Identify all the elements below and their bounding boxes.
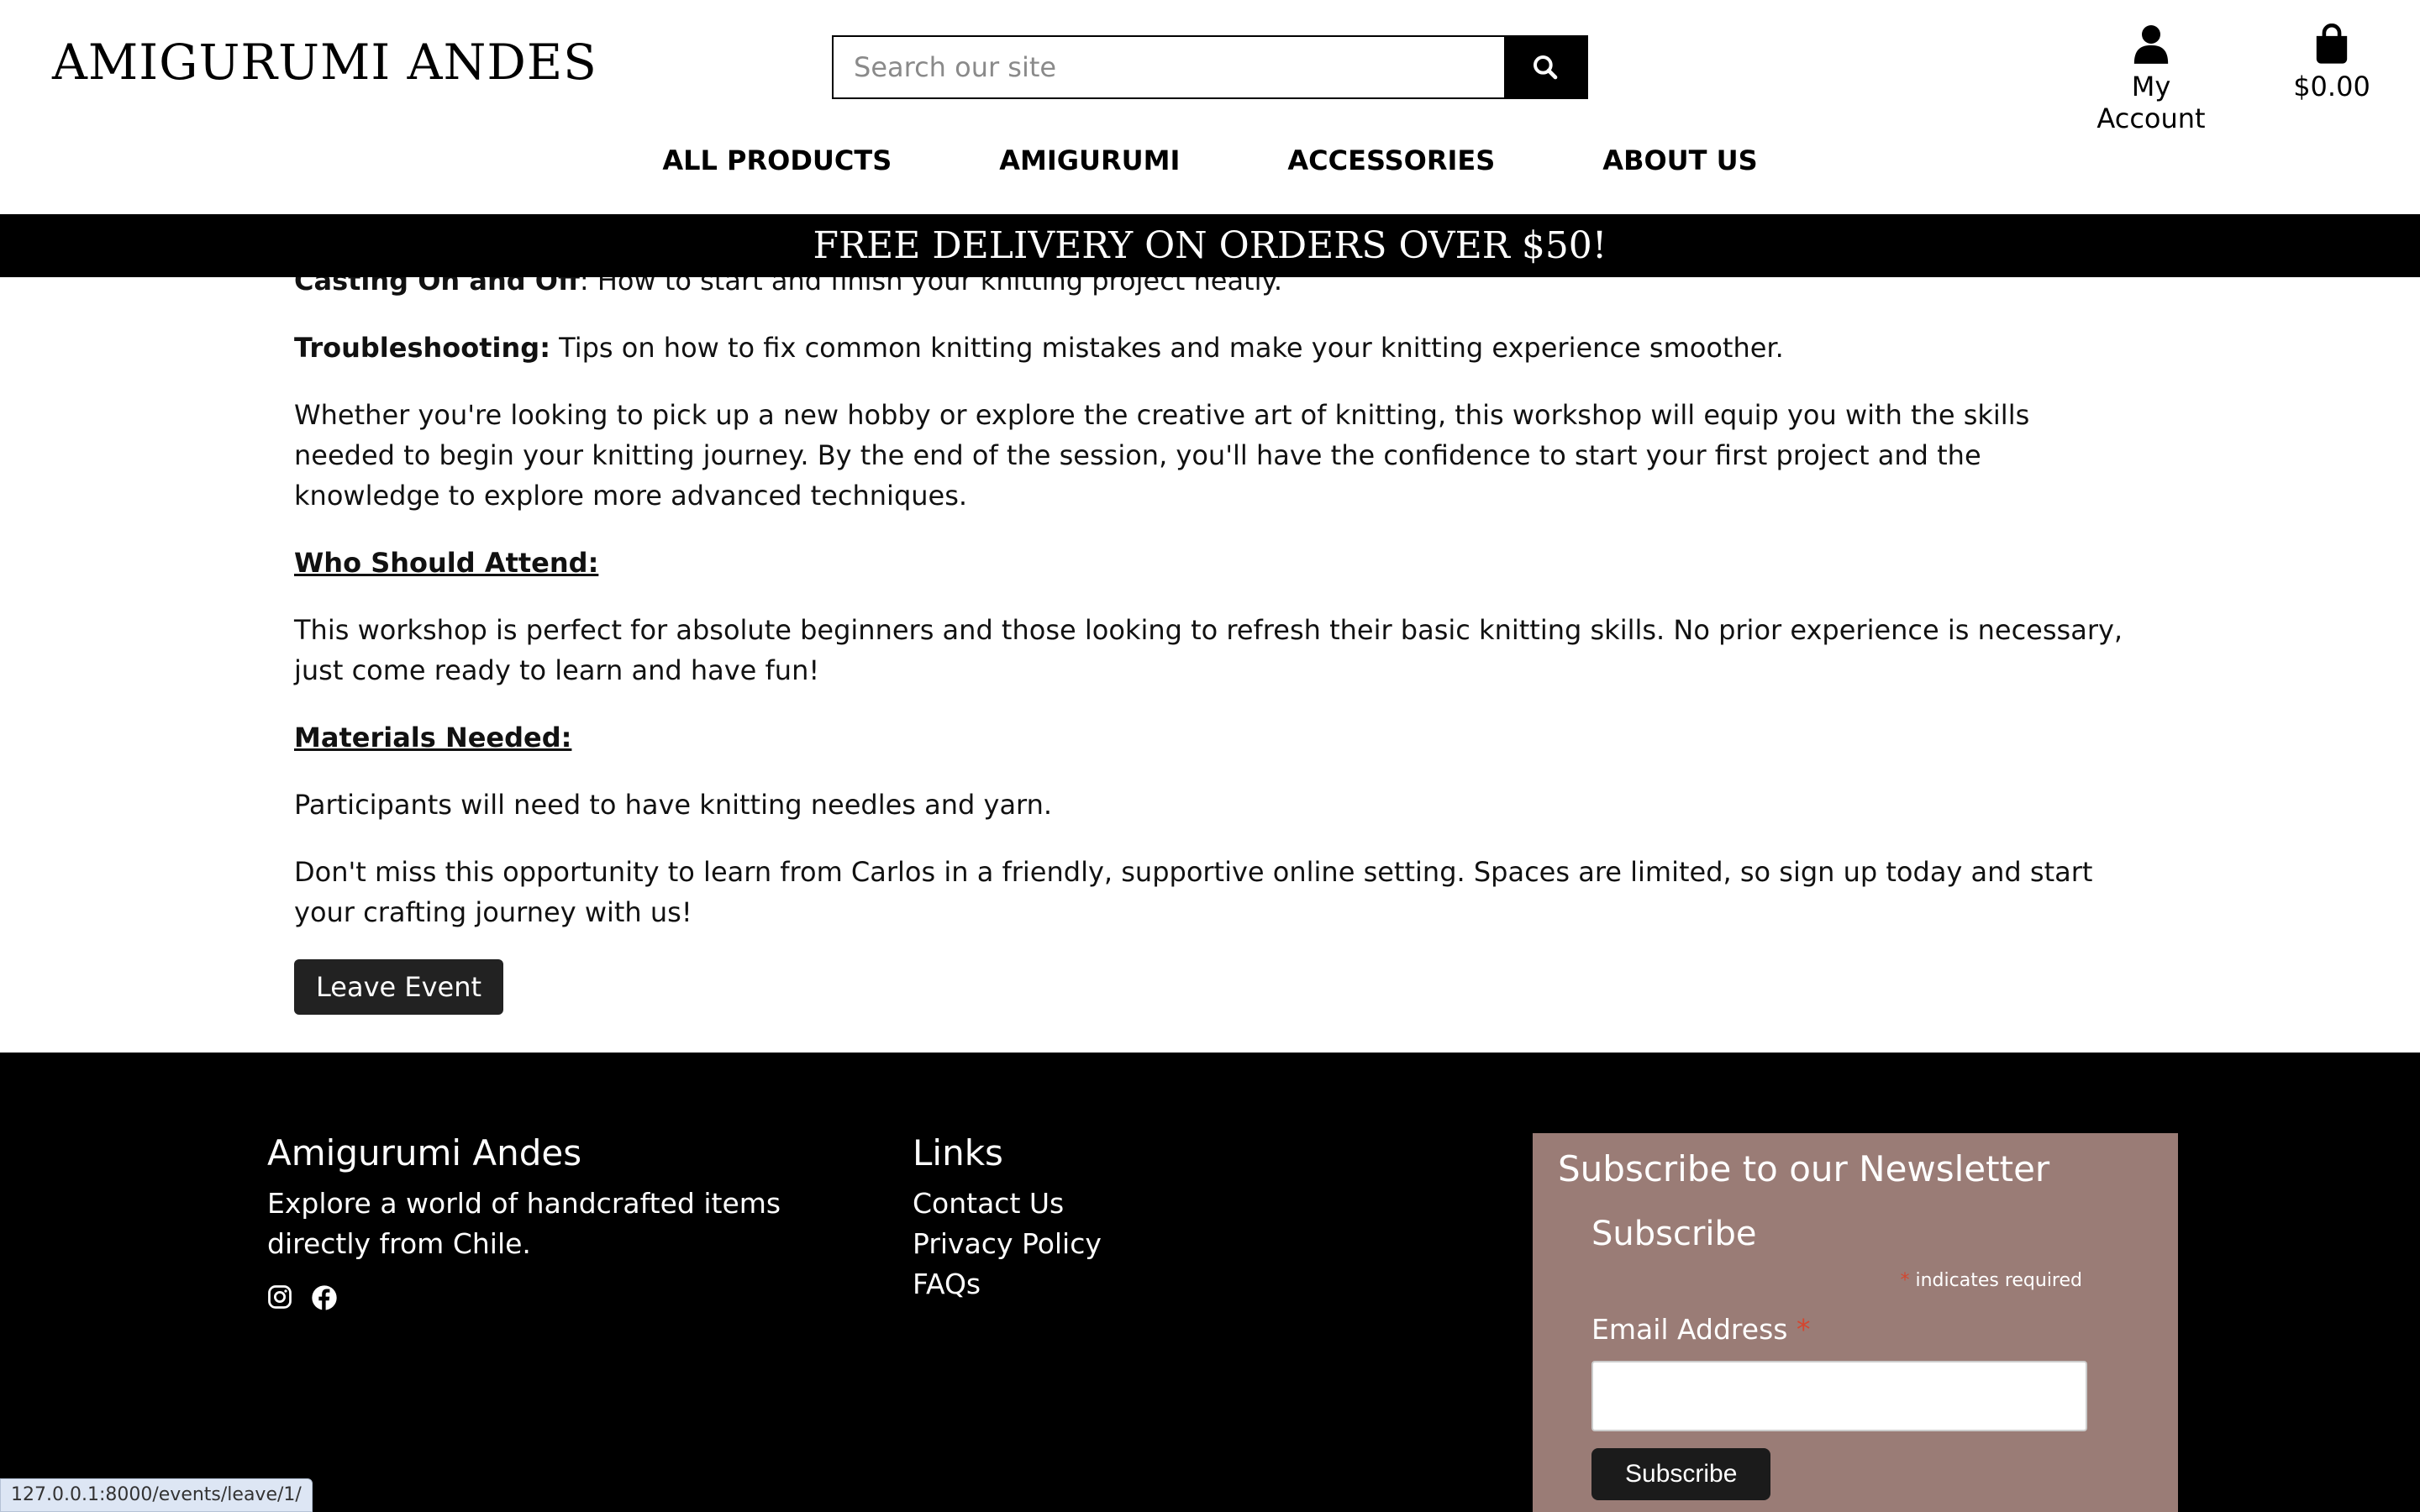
cart-link[interactable]: $0.00 (2286, 23, 2378, 102)
summary-paragraph: Whether you're looking to pick up a new … (294, 399, 2030, 512)
user-icon (2133, 25, 2169, 64)
nav-about-us[interactable]: ABOUT US (1549, 144, 1811, 176)
footer-link-contact[interactable]: Contact Us (913, 1184, 1333, 1224)
nav-accessories[interactable]: ACCESSORIES (1234, 144, 1549, 176)
required-note-text: indicates required (1909, 1270, 2082, 1291)
troubleshooting-heading: Troubleshooting: (294, 332, 550, 364)
subscribe-button[interactable]: Subscribe (1591, 1448, 1771, 1500)
required-asterisk: * (1900, 1270, 1910, 1291)
footer-brand-title: Amigurumi Andes (267, 1132, 582, 1173)
who-should-attend-text: This workshop is perfect for absolute be… (294, 614, 2123, 686)
facebook-icon[interactable] (311, 1284, 338, 1311)
my-account-label: My Account (2096, 71, 2206, 134)
footer-links-title: Links (913, 1132, 1003, 1173)
search-icon (1534, 55, 1558, 80)
search-bar (832, 35, 1588, 99)
promo-banner: FREE DELIVERY ON ORDERS OVER $50! (0, 214, 2420, 277)
search-button[interactable] (1504, 37, 1586, 97)
materials-heading: Materials Needed: (294, 722, 572, 753)
troubleshooting-paragraph: Troubleshooting: Tips on how to fix comm… (294, 328, 2126, 368)
footer-link-privacy[interactable]: Privacy Policy (913, 1224, 1333, 1264)
shopping-bag-icon (2316, 23, 2348, 64)
closing-paragraph: Don't miss this opportunity to learn fro… (294, 856, 2093, 928)
link-status-bar: 127.0.0.1:8000/events/leave/1/ (0, 1478, 313, 1512)
site-footer: Amigurumi Andes Explore a world of handc… (0, 1053, 2420, 1512)
materials-text: Participants will need to have knitting … (294, 789, 1053, 821)
event-description: Casting On and Off: How to start and fin… (294, 260, 2126, 1015)
required-note: * indicates required (1558, 1270, 2083, 1291)
cart-total: $0.00 (2293, 71, 2370, 102)
email-label-text: Email Address (1591, 1313, 1788, 1346)
email-required-asterisk: * (1796, 1313, 1811, 1346)
brand-logo[interactable]: AMIGURUMI ANDES (52, 34, 597, 91)
leave-event-button[interactable]: Leave Event (294, 959, 504, 1015)
my-account-link[interactable]: My Account (2075, 24, 2227, 134)
footer-link-faqs[interactable]: FAQs (913, 1264, 1333, 1305)
nav-amigurumi[interactable]: AMIGURUMI (945, 144, 1234, 176)
newsletter-title: Subscribe to our Newsletter (1558, 1148, 2050, 1189)
newsletter-email-input[interactable] (1591, 1361, 2087, 1431)
footer-about: Amigurumi Andes Explore a world of handc… (267, 1132, 872, 1311)
footer-links: Links Contact Us Privacy Policy FAQs (913, 1132, 1333, 1305)
email-label: Email Address * (1591, 1313, 2153, 1346)
site-header: AMIGURUMI ANDES My Account $0.00 ALL PRO… (0, 0, 2420, 214)
search-input[interactable] (834, 37, 1504, 97)
newsletter-subtitle: Subscribe (1591, 1215, 1757, 1253)
social-links (267, 1284, 872, 1311)
nav-all-products[interactable]: ALL PRODUCTS (608, 144, 945, 176)
newsletter-panel: Subscribe to our Newsletter Subscribe * … (1533, 1133, 2178, 1512)
who-should-attend-heading: Who Should Attend: (294, 547, 599, 579)
main-nav: ALL PRODUCTS AMIGURUMI ACCESSORIES ABOUT… (0, 144, 2420, 176)
troubleshooting-text: Tips on how to fix common knitting mista… (550, 332, 1784, 364)
footer-brand-description: Explore a world of handcrafted items dir… (267, 1187, 781, 1260)
instagram-icon[interactable] (267, 1284, 292, 1310)
